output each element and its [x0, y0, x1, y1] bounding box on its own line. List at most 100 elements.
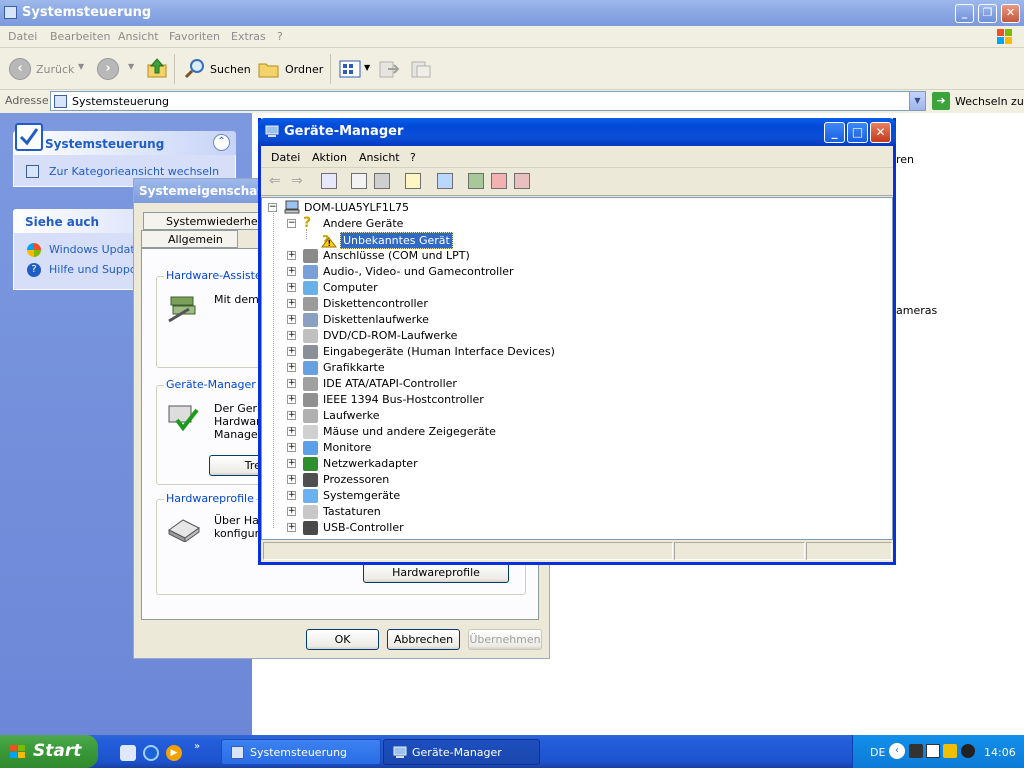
scan-hardware-icon[interactable] — [437, 173, 453, 189]
address-dropdown-button[interactable]: ▼ — [909, 92, 925, 110]
expand-icon[interactable]: + — [287, 251, 296, 260]
folders-button-label[interactable]: Ordner — [285, 63, 323, 76]
dm-menu-aktion[interactable]: Aktion — [312, 151, 347, 164]
device-category-label[interactable]: Computer — [323, 281, 378, 294]
views-icon[interactable] — [339, 59, 361, 79]
switch-category-view-link[interactable]: Zur Kategorieansicht wechseln — [49, 165, 219, 178]
partial-item-label[interactable]: ameras — [896, 304, 937, 317]
up-folder-icon[interactable] — [146, 57, 168, 79]
restore-button[interactable]: ❐ — [978, 4, 997, 23]
dm-maximize-button[interactable]: □ — [847, 122, 868, 143]
start-button[interactable]: Start — [0, 735, 98, 768]
quicklaunch-more-icon[interactable]: » — [194, 741, 200, 752]
dm-minimize-button[interactable]: _ — [824, 122, 845, 143]
device-category-label[interactable]: Prozessoren — [323, 473, 389, 486]
expand-icon[interactable]: + — [287, 427, 296, 436]
collapse-other-devices-icon[interactable]: − — [287, 219, 296, 228]
menu-bearbeiten[interactable]: Bearbeiten — [50, 30, 110, 43]
disable-icon[interactable] — [514, 173, 530, 189]
forward-arrow-icon[interactable]: › — [97, 58, 119, 80]
expand-icon[interactable]: + — [287, 523, 296, 532]
device-category-label[interactable]: IDE ATA/ATAPI-Controller — [323, 377, 457, 390]
search-button-label[interactable]: Suchen — [210, 63, 251, 76]
expand-icon[interactable]: + — [287, 443, 296, 452]
expand-icon[interactable]: + — [287, 491, 296, 500]
expand-icon[interactable]: + — [287, 459, 296, 468]
dm-menu-ansicht[interactable]: Ansicht — [359, 151, 400, 164]
collapse-chevron-icon[interactable]: ⌃ — [213, 134, 230, 151]
device-category-label[interactable]: Monitore — [323, 441, 371, 454]
menu-extras[interactable]: Extras — [231, 30, 266, 43]
other-devices-label[interactable]: Andere Geräte — [323, 217, 403, 230]
tray-app-icon[interactable] — [961, 744, 975, 758]
views-dropdown-icon[interactable]: ▼ — [364, 63, 370, 72]
apply-button[interactable]: Übernehmen — [468, 629, 542, 650]
search-icon[interactable] — [183, 58, 207, 80]
device-category-label[interactable]: USB-Controller — [323, 521, 404, 534]
cancel-button[interactable]: Abbrechen — [387, 629, 460, 650]
windows-update-link[interactable]: Windows Update — [49, 243, 141, 256]
expand-icon[interactable]: + — [287, 395, 296, 404]
menu-help[interactable]: ? — [277, 30, 283, 43]
tab-system-restore[interactable]: Systemwiederherstellung — [143, 212, 306, 230]
expand-icon[interactable]: + — [287, 315, 296, 324]
back-arrow-icon[interactable]: ⇐ — [269, 173, 281, 189]
folders-icon[interactable] — [258, 59, 280, 79]
device-category-label[interactable]: Audio-, Video- und Gamecontroller — [323, 265, 514, 278]
device-category-label[interactable]: Netzwerkadapter — [323, 457, 418, 470]
expand-icon[interactable]: + — [287, 347, 296, 356]
help-support-link[interactable]: Hilfe und Support — [49, 263, 145, 276]
minimize-button[interactable]: _ — [955, 4, 974, 23]
tray-app-icon[interactable] — [909, 744, 923, 758]
expand-icon[interactable]: + — [287, 299, 296, 308]
partial-item-label[interactable]: ren — [896, 153, 914, 166]
back-arrow-icon[interactable]: ‹ — [9, 58, 31, 80]
expand-icon[interactable]: + — [287, 379, 296, 388]
move-to-icon[interactable] — [378, 59, 400, 79]
show-hide-tree-icon[interactable] — [321, 173, 337, 189]
collapse-root-icon[interactable]: − — [268, 203, 277, 212]
show-hidden-icons-chevron[interactable]: ‹ — [889, 743, 905, 759]
tray-app-icon[interactable] — [943, 744, 957, 758]
forward-dropdown-icon[interactable]: ▼ — [128, 62, 134, 71]
expand-icon[interactable]: + — [287, 475, 296, 484]
copy-to-icon[interactable] — [410, 59, 432, 79]
menu-ansicht[interactable]: Ansicht — [118, 30, 159, 43]
update-driver-icon[interactable] — [468, 173, 484, 189]
device-category-label[interactable]: Diskettenlaufwerke — [323, 313, 429, 326]
tab-general[interactable]: Allgemein — [141, 230, 238, 248]
go-button-label[interactable]: Wechseln zu — [955, 95, 1024, 108]
unknown-device-selected-item[interactable]: Unbekanntes Gerät — [340, 232, 453, 249]
device-category-label[interactable]: Anschlüsse (COM und LPT) — [323, 249, 470, 262]
menu-datei[interactable]: Datei — [8, 30, 37, 43]
hardware-profiles-button[interactable]: Hardwareprofile — [363, 562, 509, 583]
tray-app-icon[interactable] — [926, 744, 940, 758]
clock[interactable]: 14:06 — [984, 746, 1016, 759]
device-category-label[interactable]: DVD/CD-ROM-Laufwerke — [323, 329, 457, 342]
properties-icon[interactable] — [351, 173, 367, 189]
computer-name-label[interactable]: DOM-LUA5YLF1L75 — [304, 201, 409, 214]
device-category-label[interactable]: Mäuse und andere Zeigegeräte — [323, 425, 496, 438]
address-input[interactable]: Systemsteuerung — [50, 91, 926, 111]
ok-button[interactable]: OK — [306, 629, 379, 650]
back-button-label[interactable]: Zurück — [36, 63, 74, 76]
internet-explorer-icon[interactable] — [143, 745, 159, 761]
show-desktop-icon[interactable] — [120, 745, 136, 761]
language-indicator[interactable]: DE — [870, 746, 885, 759]
dm-menu-help[interactable]: ? — [410, 151, 416, 164]
forward-arrow-icon[interactable]: ⇒ — [291, 173, 303, 189]
dm-close-button[interactable]: ✕ — [870, 122, 891, 143]
expand-icon[interactable]: + — [287, 331, 296, 340]
menu-favoriten[interactable]: Favoriten — [169, 30, 220, 43]
expand-icon[interactable]: + — [287, 267, 296, 276]
back-dropdown-icon[interactable]: ▼ — [78, 62, 84, 71]
device-category-label[interactable]: Grafikkarte — [323, 361, 385, 374]
close-button[interactable]: ✕ — [1001, 4, 1020, 23]
device-category-label[interactable]: Systemgeräte — [323, 489, 400, 502]
go-arrow-icon[interactable]: ➔ — [932, 92, 950, 110]
task-geraete-manager[interactable]: Geräte-Manager — [383, 739, 540, 765]
device-category-label[interactable]: IEEE 1394 Bus-Hostcontroller — [323, 393, 484, 406]
print-icon[interactable] — [374, 173, 390, 189]
dm-menu-datei[interactable]: Datei — [271, 151, 300, 164]
device-category-label[interactable]: Eingabegeräte (Human Interface Devices) — [323, 345, 555, 358]
